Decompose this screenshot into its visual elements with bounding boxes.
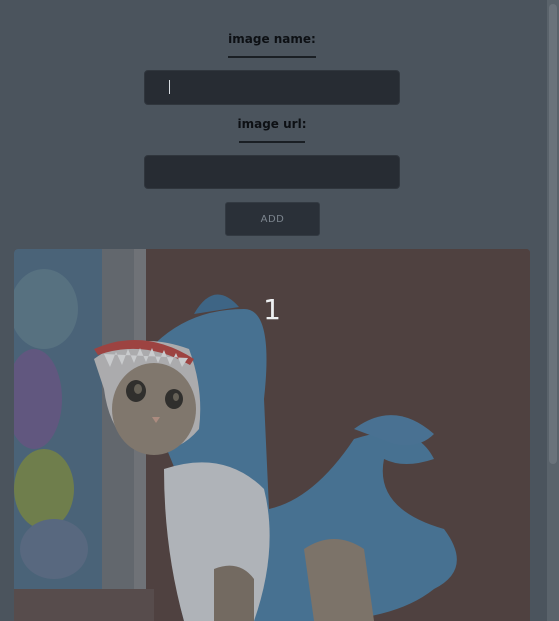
vertical-scrollbar[interactable] <box>547 0 559 621</box>
image-name-input[interactable] <box>144 70 400 105</box>
add-button[interactable]: ADD <box>225 202 320 236</box>
page: image name: image url: ADD 1 <box>0 0 559 621</box>
card-number: 1 <box>263 293 281 326</box>
image-name-label: image name: <box>228 32 316 46</box>
scrollbar-thumb[interactable] <box>549 4 557 464</box>
image-url-label-underline <box>239 141 305 143</box>
image-url-input[interactable] <box>144 155 400 189</box>
image-url-label: image url: <box>237 117 307 131</box>
image-name-label-underline <box>228 56 316 58</box>
text-caret <box>169 80 170 94</box>
image-card[interactable]: 1 <box>14 249 530 621</box>
